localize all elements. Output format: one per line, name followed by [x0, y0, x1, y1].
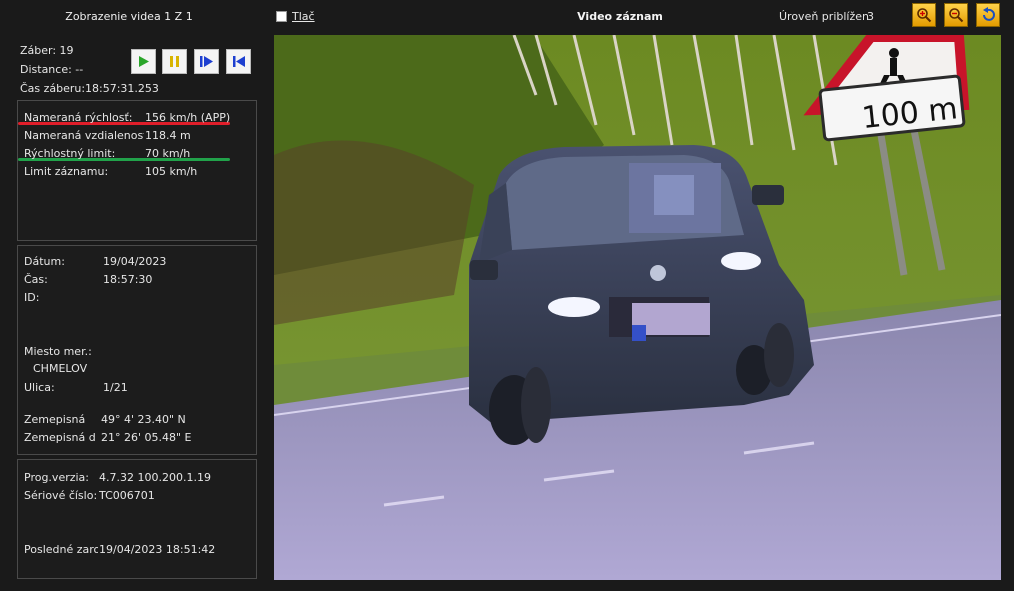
street-value: 1/21 [103, 381, 128, 394]
print-checkbox[interactable] [276, 11, 287, 22]
latitude-label: Zemepisná [24, 413, 86, 426]
location-value: CHMELOV [33, 362, 88, 375]
pause-button[interactable] [162, 49, 187, 74]
speed-limit-value: 70 km/h [145, 147, 191, 160]
play-button[interactable] [131, 49, 156, 74]
video-frame[interactable]: 100 m [274, 35, 1001, 580]
step-forward-button[interactable] [194, 49, 219, 74]
zoom-out-button[interactable] [944, 3, 968, 27]
location-label: Miesto mer.: [24, 345, 92, 358]
zoom-out-icon [949, 8, 964, 23]
program-version-value: 4.7.32 100.200.1.19 [99, 471, 211, 484]
video-scene: 100 m [274, 35, 1001, 580]
video-title: Video záznam [577, 10, 663, 23]
time-value: 18:57:30 [103, 273, 153, 286]
longitude-value: 21° 26' 05.48" E [101, 431, 192, 444]
frame-number: Záber: 19 [20, 44, 74, 57]
last-calibration-label: Posledné zarov [24, 543, 98, 556]
step-forward-icon [200, 56, 213, 67]
rewind-button[interactable] [226, 49, 251, 74]
frame-time-label: Čas záberu: [20, 82, 86, 95]
measured-distance-value: 118.4 m [145, 129, 191, 142]
measured-speed-label: Nameraná rýchlosť: [24, 111, 133, 124]
street-label: Ulica: [24, 381, 55, 394]
latitude-value: 49° 4' 23.40" N [101, 413, 186, 426]
speed-limit-label: Rýchlostný limit: [24, 147, 116, 160]
frame-time-value: 18:57:31.253 [85, 82, 159, 95]
program-version-label: Prog.verzia: [24, 471, 90, 484]
record-limit-label: Limit záznamu: [24, 165, 109, 178]
id-label: ID: [24, 291, 40, 304]
serial-number-label: Sériové číslo: [24, 489, 98, 502]
undo-icon [983, 7, 995, 21]
print-label[interactable]: Tlač [292, 10, 315, 23]
measured-distance-label: Nameraná vzdialenosť: [24, 129, 144, 142]
date-label: Dátum: [24, 255, 65, 268]
longitude-label: Zemepisná d [24, 431, 96, 444]
panel-title: Zobrazenie videa 1 Z 1 [65, 10, 193, 23]
zoom-level-value: 3 [867, 10, 874, 23]
vehicle [469, 145, 814, 445]
rewind-to-start-icon [233, 56, 245, 67]
distance-readout: Distance: -- [20, 63, 84, 76]
last-calibration-value: 19/04/2023 18:51:42 [99, 543, 216, 556]
date-value: 19/04/2023 [103, 255, 167, 268]
measured-speed-value: 156 km/h (APP) [145, 111, 231, 124]
zoom-level-label: Úroveň priblížen [779, 10, 869, 23]
pause-icon [170, 56, 179, 67]
time-label: Čas: [24, 273, 48, 286]
zoom-in-icon [917, 8, 932, 23]
play-icon [139, 56, 149, 67]
zoom-in-button[interactable] [912, 3, 936, 27]
serial-number-value: TC006701 [99, 489, 155, 502]
reset-zoom-button[interactable] [976, 3, 1000, 27]
record-limit-value: 105 km/h [145, 165, 198, 178]
